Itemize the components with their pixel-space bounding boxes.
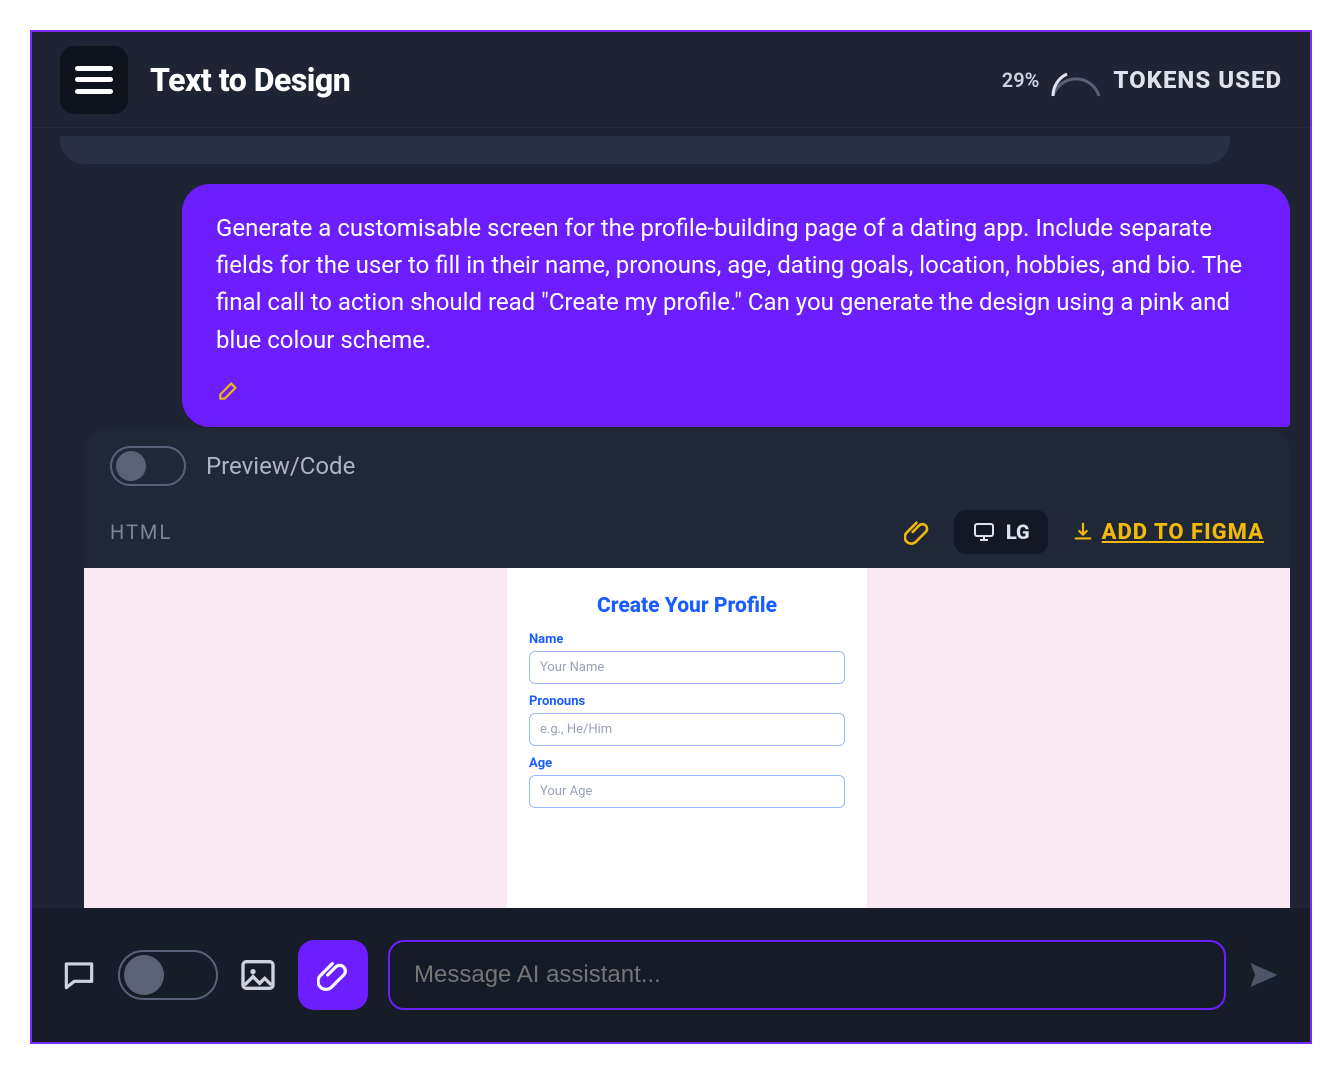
hamburger-icon: [75, 66, 113, 94]
monitor-icon: [972, 520, 996, 544]
form-title: Create Your Profile: [529, 594, 845, 618]
app-title: Text to Design: [150, 61, 350, 99]
token-usage: 29% TOKENS USED: [1002, 60, 1282, 100]
chat-bubble-icon: [60, 956, 98, 994]
previous-bubble-edge: [60, 136, 1230, 164]
image-icon: [238, 955, 278, 995]
send-button[interactable]: [1246, 957, 1282, 993]
response-panel: Preview/Code HTML LG: [84, 428, 1290, 908]
field-label-pronouns: Pronouns: [529, 694, 845, 709]
menu-button[interactable]: [60, 46, 128, 114]
profile-form-card: Create Your Profile Name Your Name Prono…: [507, 568, 867, 908]
header-bar: Text to Design 29% TOKENS USED: [32, 32, 1310, 128]
send-icon: [1246, 957, 1282, 993]
token-label: TOKENS USED: [1113, 66, 1282, 94]
viewport-size-button[interactable]: LG: [954, 510, 1048, 554]
field-input-name[interactable]: Your Name: [529, 651, 845, 684]
paperclip-icon: [904, 519, 930, 545]
chat-content: Generate a customisable screen for the p…: [32, 128, 1310, 908]
add-to-figma-label: ADD TO FIGMA: [1102, 520, 1264, 545]
field-input-pronouns[interactable]: e.g., He/Him: [529, 713, 845, 746]
field-label-age: Age: [529, 756, 845, 771]
image-mode-button[interactable]: [238, 955, 278, 995]
panel-top-row: Preview/Code: [84, 428, 1290, 500]
preview-canvas: Create Your Profile Name Your Name Prono…: [84, 568, 1290, 908]
paperclip-icon: [317, 959, 349, 991]
message-input[interactable]: [388, 940, 1226, 1010]
preview-code-label: Preview/Code: [206, 452, 355, 480]
app-frame: Text to Design 29% TOKENS USED Generate …: [30, 30, 1312, 1044]
add-to-figma-button[interactable]: ADD TO FIGMA: [1072, 520, 1264, 545]
toggle-knob: [124, 955, 164, 995]
preview-code-toggle[interactable]: [110, 446, 186, 486]
edit-icon: [216, 377, 242, 403]
edit-message-button[interactable]: [216, 377, 1256, 403]
user-message-text: Generate a customisable screen for the p…: [216, 210, 1256, 359]
composer-bar: [32, 908, 1310, 1042]
token-percent: 29%: [1002, 68, 1040, 92]
toggle-knob: [116, 451, 146, 481]
field-input-age[interactable]: Your Age: [529, 775, 845, 808]
attachment-button[interactable]: [298, 940, 368, 1010]
user-message-bubble: Generate a customisable screen for the p…: [182, 184, 1290, 427]
chat-mode-button[interactable]: [60, 956, 98, 994]
html-label: HTML: [110, 520, 172, 544]
download-icon: [1072, 521, 1094, 543]
field-label-name: Name: [529, 632, 845, 647]
panel-toolbar: HTML LG: [84, 500, 1290, 568]
token-arc-icon: [1049, 60, 1103, 100]
viewport-size-label: LG: [1006, 520, 1030, 544]
panel-attachment-button[interactable]: [904, 519, 930, 545]
composer-toggle[interactable]: [118, 950, 218, 1000]
